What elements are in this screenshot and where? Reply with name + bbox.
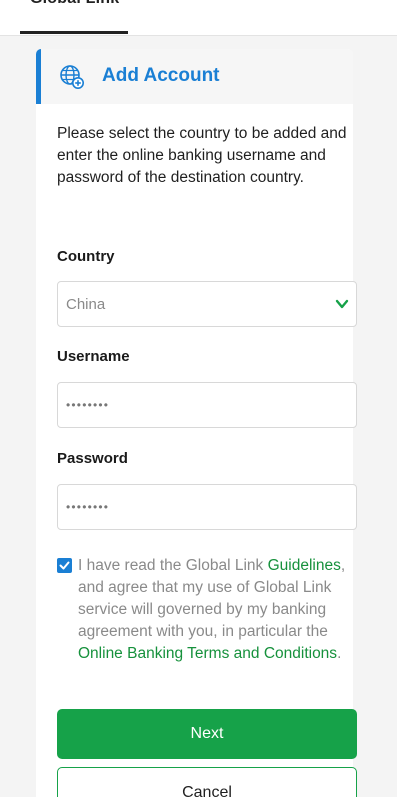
country-select[interactable]: China <box>57 281 357 327</box>
active-tab-indicator <box>20 31 128 34</box>
top-tab-bar: Global Link <box>0 0 397 36</box>
password-label: Password <box>57 450 128 467</box>
card-header: Add Account <box>36 49 353 104</box>
agreement-text-part-1: I have read the Global Link <box>78 557 268 574</box>
agree-checkbox[interactable] <box>57 558 72 573</box>
add-account-card: Add Account Please select the country to… <box>36 49 357 797</box>
checkmark-icon <box>59 561 70 570</box>
username-input[interactable]: •••••••• <box>57 382 357 428</box>
guidelines-link[interactable]: Guidelines <box>268 557 341 574</box>
username-value: •••••••• <box>66 398 110 412</box>
password-input[interactable]: •••••••• <box>57 484 357 530</box>
next-button[interactable]: Next <box>57 709 357 759</box>
globe-plus-icon <box>59 64 85 90</box>
intro-text: Please select the country to be added an… <box>57 125 347 186</box>
cancel-button[interactable]: Cancel <box>57 767 357 797</box>
agreement-text: I have read the Global Link Guidelines, … <box>78 555 362 665</box>
country-value: China <box>66 296 106 313</box>
header-accent-bar <box>36 49 41 104</box>
terms-link[interactable]: Online Banking Terms and Conditions <box>78 645 337 662</box>
agreement-text-part-3: . <box>337 645 342 662</box>
chevron-down-icon <box>334 296 350 312</box>
card-title: Add Account <box>102 65 220 86</box>
tab-global-link[interactable]: Global Link <box>30 0 119 8</box>
password-value: •••••••• <box>66 500 110 514</box>
country-label: Country <box>57 248 115 265</box>
username-label: Username <box>57 348 130 365</box>
